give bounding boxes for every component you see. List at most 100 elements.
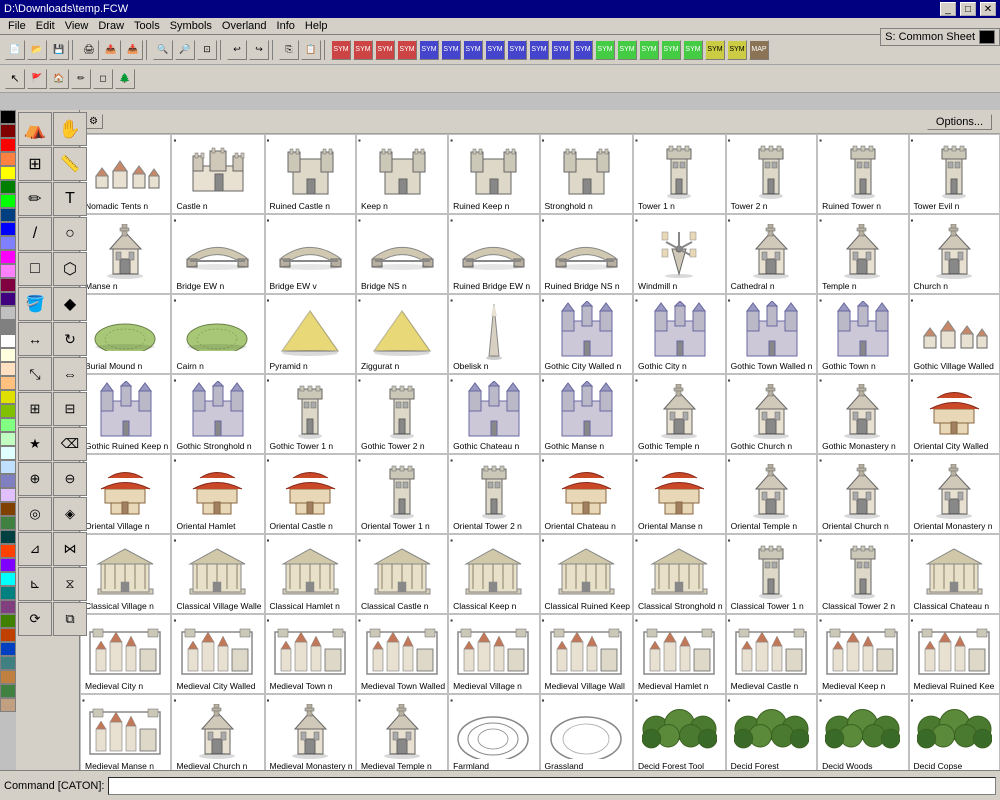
color-black[interactable] — [0, 110, 16, 124]
sym-btn15[interactable]: SYM — [639, 40, 659, 60]
color-purple[interactable] — [0, 278, 16, 292]
symbol-cell[interactable]: ▪ Gothic Tower 1 n — [265, 374, 356, 454]
select-btn[interactable]: ↖ — [5, 69, 25, 89]
symbol-cell[interactable]: ▪ Cairn n — [171, 294, 264, 374]
color-extra11[interactable] — [0, 642, 16, 656]
symbol-cell[interactable]: ▪ Classical Chateau n — [909, 534, 1000, 614]
menu-edit[interactable]: Edit — [32, 19, 59, 33]
tool-poly[interactable]: ⬡ — [53, 252, 87, 286]
sym-btn14[interactable]: SYM — [617, 40, 637, 60]
zoom-fit-btn[interactable]: ⊡ — [197, 40, 217, 60]
symbol-cell[interactable]: ▪ Temple n — [817, 214, 908, 294]
sym-btn16[interactable]: SYM — [661, 40, 681, 60]
tool-zoom[interactable]: ⊞ — [18, 147, 52, 181]
menu-info[interactable]: Info — [273, 19, 299, 33]
symbol-cell[interactable]: ▪ Medieval Hamlet n — [633, 614, 726, 694]
sym-btn5[interactable]: SYM — [419, 40, 439, 60]
color-darkblue[interactable] — [0, 208, 16, 222]
symbol-cell[interactable]: ▪ Tower 2 n — [726, 134, 817, 214]
symbol-cell[interactable]: ▪ Oriental City Walled — [909, 374, 1000, 454]
symbol-cell[interactable]: ▪ Classical Castle n — [356, 534, 448, 614]
symbol-cell[interactable]: ▪ Oriental Monastery n — [909, 454, 1000, 534]
symbol-cell[interactable]: ▪ Gothic Monastery n — [817, 374, 908, 454]
symbol-cell[interactable]: ▪ Oriental Tower 1 n — [356, 454, 448, 534]
options-button[interactable]: Options... — [927, 114, 992, 130]
symbol-cell[interactable]: ▪ Gothic Tower 2 n — [356, 374, 448, 454]
symbol-cell[interactable]: ▪ Classical Keep n — [448, 534, 539, 614]
symbol-cell[interactable]: ▪ Church n — [909, 214, 1000, 294]
color-yellow[interactable] — [0, 166, 16, 180]
tool-extra9[interactable]: ⟳ — [18, 602, 52, 636]
color-darkred[interactable] — [0, 124, 16, 138]
symbol-cell[interactable]: ▪ Tower 1 n — [633, 134, 726, 214]
color-lavender[interactable] — [0, 488, 16, 502]
print-btn[interactable]: 🖨 — [79, 40, 99, 60]
tool-rotate[interactable]: ↻ — [53, 322, 87, 356]
menu-symbols[interactable]: Symbols — [166, 19, 216, 33]
symbol-cell[interactable]: ▪ Medieval Manse n — [80, 694, 171, 770]
undo-btn[interactable]: ↩ — [227, 40, 247, 60]
open-file-btn[interactable]: 📂 — [27, 40, 47, 60]
color-mintgreen[interactable] — [0, 432, 16, 446]
symbol-cell[interactable]: ▪ Ruined Keep n — [448, 134, 539, 214]
tool-draw[interactable]: ✏ — [18, 182, 52, 216]
color-extra6[interactable] — [0, 572, 16, 586]
symbol-cell[interactable]: ▪ Grassland — [540, 694, 634, 770]
symbol-cell[interactable]: ▪ Classical Stronghold n — [633, 534, 726, 614]
symbol-cell[interactable]: ▪ Medieval Keep n — [817, 614, 908, 694]
color-extra10[interactable] — [0, 628, 16, 642]
symbol-cell[interactable]: ▪ Medieval City Walled — [171, 614, 264, 694]
symbol-cell[interactable]: ▪ Keep n — [356, 134, 448, 214]
symbol-cell[interactable]: ▪ Classical Village Walle — [171, 534, 264, 614]
symbol-cell[interactable]: ▪ Medieval Town n — [265, 614, 356, 694]
symbol-cell[interactable]: ▪ Medieval City n — [80, 614, 171, 694]
menu-file[interactable]: File — [4, 19, 30, 33]
symbol-cell[interactable]: ▪ Gothic Ruined Keep n — [80, 374, 171, 454]
sym-btn19[interactable]: SYM — [727, 40, 747, 60]
tool-fill[interactable]: 🪣 — [18, 287, 52, 321]
symbol-grid-area[interactable]: ▪ Nomadic Tents n▪ Castle n▪ Ruined Cast… — [80, 134, 1000, 770]
color-lightblue[interactable] — [0, 236, 16, 250]
symbol-cell[interactable]: ▪ Castle n — [171, 134, 264, 214]
tool-rect[interactable]: □ — [18, 252, 52, 286]
symbol-cell[interactable]: ▪ Bridge EW v — [265, 214, 356, 294]
sym-btn9[interactable]: SYM — [507, 40, 527, 60]
color-extra4[interactable] — [0, 544, 16, 558]
tool-extra6[interactable]: ⋈ — [53, 532, 87, 566]
symbol-cell[interactable]: ▪ Ziggurat n — [356, 294, 448, 374]
symbol-cell[interactable]: ▪ Obelisk n — [448, 294, 539, 374]
color-tan[interactable] — [0, 376, 16, 390]
color-violet[interactable] — [0, 292, 16, 306]
symbol-cell[interactable]: ▪ Medieval Village n — [448, 614, 539, 694]
sym-btn10[interactable]: SYM — [529, 40, 549, 60]
save-file-btn[interactable]: 💾 — [49, 40, 69, 60]
color-extra13[interactable] — [0, 670, 16, 684]
sheet-selector[interactable]: S: Common Sheet — [880, 28, 1000, 46]
land-btn[interactable]: MAP — [749, 40, 769, 60]
symbol-cell[interactable]: ▪ Gothic Church n — [726, 374, 817, 454]
tool-circle[interactable]: ○ — [53, 217, 87, 251]
color-green[interactable] — [0, 194, 16, 208]
tool-extra1[interactable]: ⊕ — [18, 462, 52, 496]
color-yellowgreen[interactable] — [0, 404, 16, 418]
tool-scale[interactable]: ⤡ — [18, 357, 52, 391]
tool-measure[interactable]: 📏 — [53, 147, 87, 181]
color-extra14[interactable] — [0, 684, 16, 698]
tool-symbol[interactable]: ★ — [18, 427, 52, 461]
symbol-cell[interactable]: ▪ Oriental Hamlet — [171, 454, 264, 534]
symbol-cell[interactable]: ▪ Oriental Temple n — [726, 454, 817, 534]
symbol-cell[interactable]: ▪ Decid Forest — [726, 694, 817, 770]
tool-group[interactable]: ⊞ — [18, 392, 52, 426]
symbol-cell[interactable]: ▪ Cathedral n — [726, 214, 817, 294]
symbol-cell[interactable]: ▪ Classical Tower 2 n — [817, 534, 908, 614]
flag-btn[interactable]: 🚩 — [27, 69, 47, 89]
symbol-cell[interactable]: ▪ Gothic City Walled n — [540, 294, 634, 374]
color-darkgreen[interactable] — [0, 180, 16, 194]
symbol-cell[interactable]: ▪ Medieval Church n — [171, 694, 264, 770]
sym-btn12[interactable]: SYM — [573, 40, 593, 60]
sym-btn11[interactable]: SYM — [551, 40, 571, 60]
symbol-cell[interactable]: ▪ Decid Woods — [817, 694, 908, 770]
color-extra9[interactable] — [0, 614, 16, 628]
close-btn[interactable]: ✕ — [980, 2, 996, 16]
color-gray[interactable] — [0, 320, 16, 334]
